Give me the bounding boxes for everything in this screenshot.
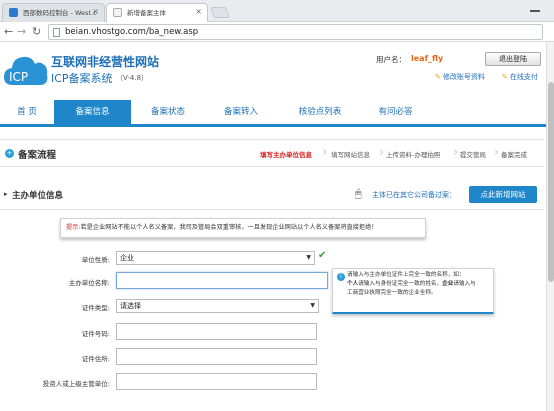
pencil-icon: ✎	[435, 73, 441, 81]
hint-line: 个人请输入与身份证完全一致的姓名，企业请输入与	[347, 280, 489, 289]
forward-arrow-icon[interactable]: →	[17, 24, 26, 39]
step-separator-icon: ›	[379, 145, 385, 160]
version-label: （V-4.8）	[116, 74, 149, 82]
unit-name-label: 主办单位名称:	[68, 279, 110, 287]
cert-type-value: 请选择	[120, 302, 141, 310]
reload-icon[interactable]: ↻	[32, 24, 41, 39]
address-bar[interactable]: beian.vhostgo.com/ba_new.asp	[48, 24, 543, 40]
edit-profile-label: 修改账号资料	[442, 73, 485, 81]
main-nav: 首 页 备案信息 备案状态 备案转入 核验点列表 有问必答	[0, 100, 554, 127]
hint-text: 请输入与身份证完全一致的姓名，	[358, 281, 443, 287]
check-icon: ✔	[318, 250, 327, 261]
section-arrow-icon: ▸	[4, 190, 8, 198]
nav-item-checkpoint-list[interactable]: 核验点列表	[277, 100, 363, 124]
hint-text: 请输入与	[453, 281, 476, 287]
process-title: 备案流程	[18, 150, 57, 161]
browser-tab-active[interactable]: 新增备案主体 ×	[106, 3, 208, 23]
west-favicon-icon	[9, 8, 18, 17]
logout-button[interactable]: 退出登陆	[485, 52, 541, 66]
section-header: ▸ 主办单位信息 🖱 主体已在其它公司备过案： 点此新增网站	[0, 184, 544, 206]
section-title: 主办单位信息	[12, 191, 64, 201]
site-header: ICP 互联网非经营性网站 ICP备案系统 （V-4.8） 用户名： leaf_…	[0, 42, 554, 100]
unit-name-input[interactable]	[116, 272, 328, 289]
process-step-current: 填写主办单位信息	[260, 151, 312, 159]
cert-type-label: 证件类型:	[81, 304, 110, 312]
hint-bold: 个人	[347, 281, 359, 287]
cert-addr-label: 证件住所:	[81, 355, 110, 363]
scrollbar-thumb[interactable]	[548, 82, 554, 282]
step-separator-icon: ›	[494, 145, 500, 160]
cert-addr-input[interactable]	[116, 348, 317, 365]
nav-item-home[interactable]: 首 页	[0, 100, 54, 124]
tip-text: 若是企业网站不能以个人名义备案，我司及管局会双重审核，一旦发现企业网站以个人名义…	[80, 224, 378, 231]
process-step: 填写网站信息	[331, 151, 370, 159]
info-icon: i	[337, 273, 345, 281]
browser-tab-title: 新增备案主体	[127, 9, 166, 17]
site-title: 互联网非经营性网站	[51, 55, 160, 69]
dropdown-caret-icon: ▼	[310, 302, 315, 309]
window-minimize-icon[interactable]	[530, 10, 540, 12]
hint-line: 工商营业执照完全一致的企业全称。	[347, 290, 437, 296]
icp-cloud-logo: ICP	[4, 56, 48, 85]
browser-toolbar: ← → ↻ beian.vhostgo.com/ba_new.asp	[0, 22, 554, 42]
section-divider	[0, 209, 544, 210]
browser-tab-title: 西部数码控制台 - West.c	[23, 9, 97, 17]
process-bar: + 备案流程 填写主办单位信息 › 填写网站信息 › 上传资料-办理拍照 › 提…	[0, 139, 544, 167]
step-separator-icon: ›	[322, 145, 328, 160]
warning-tip: 提示:若是企业网站不能以个人名义备案，我司及管局会双重审核，一旦发现企业网站以个…	[60, 218, 426, 238]
nav-item-faq[interactable]: 有问必答	[363, 100, 428, 124]
nav-item-record-status[interactable]: 备案状态	[131, 100, 205, 124]
pay-icon: ✎	[502, 73, 508, 81]
edit-profile-link[interactable]: ✎ 修改账号资料	[435, 72, 485, 82]
hint-line: 请输入与主办单位证件上完全一致的名称，如：	[347, 272, 465, 278]
address-url: beian.vhostgo.com/ba_new.asp	[65, 27, 199, 37]
mouse-icon: 🖱	[355, 187, 362, 200]
new-tab-button[interactable]	[209, 7, 231, 18]
investor-input[interactable]	[116, 373, 317, 390]
cert-no-label: 证件号码:	[81, 330, 110, 338]
unit-name-hint: i 请输入与主办单位证件上完全一致的名称，如： 个人请输入与身份证完全一致的姓名…	[332, 268, 494, 314]
back-arrow-icon[interactable]: ←	[4, 24, 13, 39]
dropdown-caret-icon: ▼	[306, 254, 311, 261]
process-step: 备案完成	[501, 151, 527, 159]
unit-type-value: 企业	[120, 254, 134, 262]
page-favicon-icon	[113, 8, 122, 17]
user-label: 用户名：	[376, 55, 406, 64]
browser-tab-bar: 西部数码控制台 - West.c × 新增备案主体 ×	[0, 0, 554, 23]
cert-no-input[interactable]	[116, 323, 317, 340]
nav-item-record-info[interactable]: 备案信息	[54, 100, 131, 124]
cert-type-select[interactable]: 请选择 ▼	[116, 299, 319, 313]
step-separator-icon: ›	[453, 145, 459, 160]
site-subtitle: ICP备案系统	[51, 72, 113, 85]
tip-label: 提示:	[66, 224, 81, 231]
investor-label: 投资人或上级主管单位:	[42, 380, 110, 388]
hint-bold: 企业	[442, 281, 454, 287]
browser-tab[interactable]: 西部数码控制台 - West.c ×	[2, 3, 105, 22]
add-site-button[interactable]: 点此新增网站	[469, 186, 537, 203]
process-step: 上传资料-办理拍照	[386, 151, 441, 159]
process-step: 提交管局	[460, 151, 486, 159]
close-tab-icon[interactable]: ×	[195, 7, 202, 16]
user-name: leaf_fly	[411, 54, 444, 63]
already-registered-text: 主体已在其它公司备过案：	[372, 191, 456, 199]
close-tab-icon[interactable]: ×	[92, 7, 99, 16]
nav-item-record-transfer[interactable]: 备案转入	[205, 100, 277, 124]
online-pay-link[interactable]: ✎ 在线支付	[502, 72, 538, 82]
logo-text: ICP	[9, 70, 28, 84]
page-scrollbar[interactable]	[546, 42, 554, 411]
process-plus-icon: +	[5, 149, 14, 158]
online-pay-label: 在线支付	[509, 73, 538, 81]
unit-type-label: 单位性质:	[81, 256, 110, 264]
page-icon	[53, 28, 60, 37]
unit-type-select[interactable]: 企业 ▼	[116, 251, 315, 265]
